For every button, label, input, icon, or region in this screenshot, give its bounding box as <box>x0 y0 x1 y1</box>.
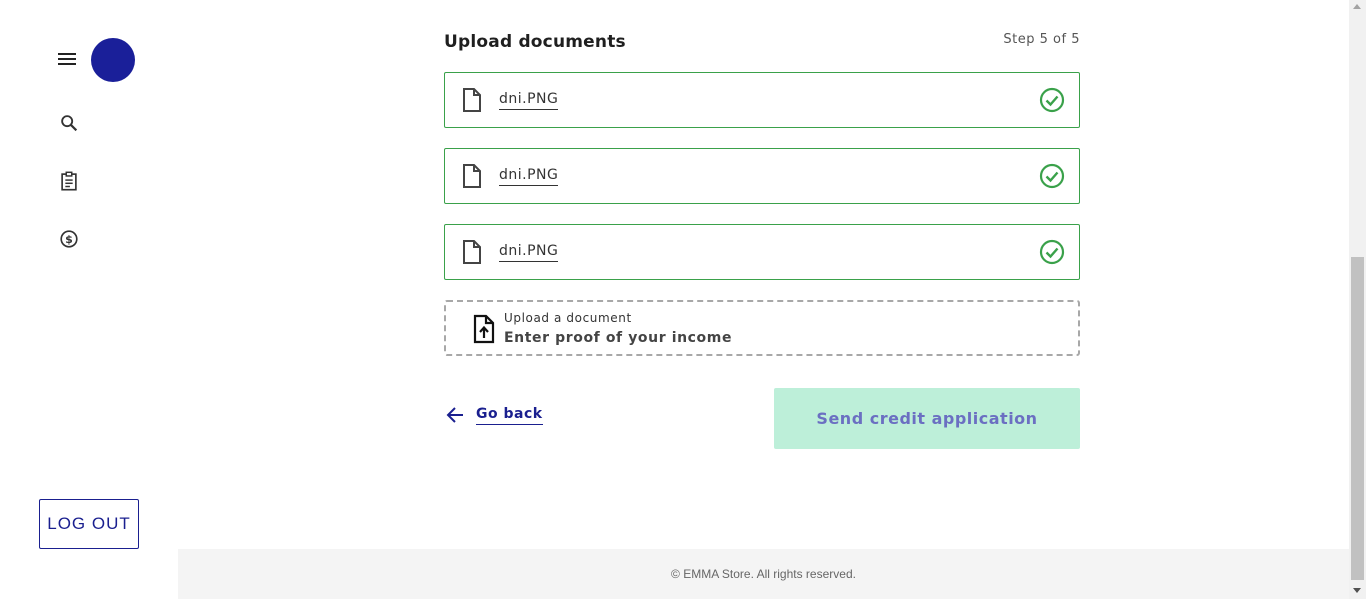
uploaded-file-row: dni.PNG <box>444 148 1080 204</box>
upload-hint: Enter proof of your income <box>504 330 733 346</box>
upload-document-dropzone[interactable]: Upload a document Enter proof of your in… <box>444 300 1080 356</box>
check-circle-icon <box>1039 239 1065 265</box>
file-name-link[interactable]: dni.PNG <box>499 91 559 110</box>
sidebar: $ LOG OUT <box>0 0 178 599</box>
step-indicator: Step 5 of 5 <box>1003 32 1080 47</box>
dollar-circle-icon[interactable]: $ <box>58 228 80 250</box>
check-circle-icon <box>1039 163 1065 189</box>
go-back-label[interactable]: Go back <box>476 406 543 425</box>
page-title: Upload documents <box>444 32 626 52</box>
scrollbar-thumb[interactable] <box>1351 257 1364 580</box>
copyright-text: © EMMA Store. All rights reserved. <box>671 567 856 581</box>
document-icon <box>463 88 481 112</box>
svg-text:$: $ <box>65 233 73 246</box>
upload-label: Upload a document <box>504 311 632 325</box>
scroll-up-arrow-icon[interactable] <box>1353 4 1361 9</box>
file-name-link[interactable]: dni.PNG <box>499 167 559 186</box>
hamburger-menu-icon[interactable] <box>56 50 78 68</box>
search-icon[interactable] <box>58 112 80 134</box>
check-circle-icon <box>1039 87 1065 113</box>
send-credit-application-button[interactable]: Send credit application <box>774 388 1080 449</box>
clipboard-icon[interactable] <box>58 170 80 192</box>
uploaded-file-row: dni.PNG <box>444 224 1080 280</box>
document-icon <box>463 240 481 264</box>
file-upload-icon <box>473 314 495 344</box>
go-back-link[interactable]: Go back <box>444 402 543 428</box>
arrow-left-icon <box>446 407 463 423</box>
vertical-scrollbar[interactable] <box>1349 0 1366 599</box>
footer: © EMMA Store. All rights reserved. <box>178 549 1349 599</box>
avatar[interactable] <box>91 38 135 82</box>
file-name-link[interactable]: dni.PNG <box>499 243 559 262</box>
uploaded-file-row: dni.PNG <box>444 72 1080 128</box>
logout-button[interactable]: LOG OUT <box>39 499 139 549</box>
main-content: Upload documents Step 5 of 5 dni.PNG dni… <box>178 0 1349 549</box>
scroll-down-arrow-icon[interactable] <box>1353 588 1361 593</box>
document-icon <box>463 164 481 188</box>
